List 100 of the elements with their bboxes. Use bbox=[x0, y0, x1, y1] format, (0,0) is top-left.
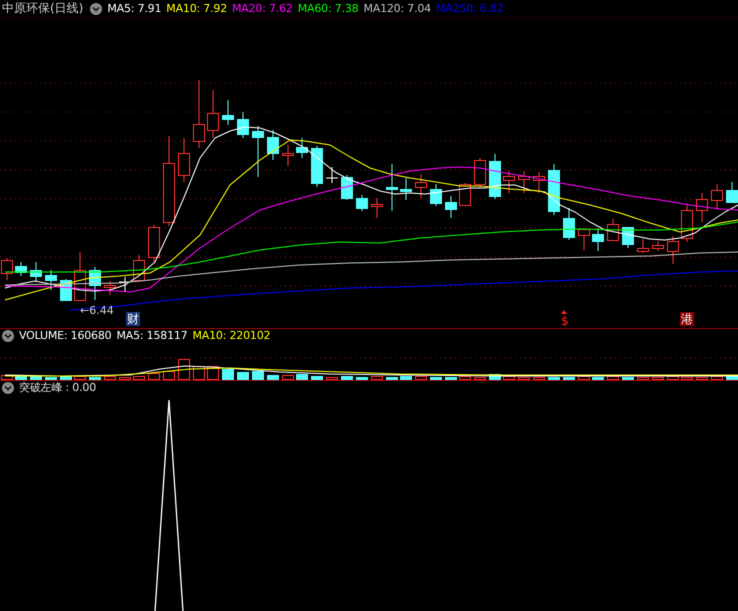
candlestick bbox=[637, 238, 649, 254]
candlestick bbox=[489, 154, 501, 200]
volume-bar bbox=[696, 377, 708, 380]
candlestick bbox=[252, 126, 264, 178]
candlestick bbox=[148, 224, 160, 262]
candlestick bbox=[503, 170, 515, 194]
candlestick bbox=[222, 100, 234, 126]
volume-bar bbox=[356, 377, 368, 380]
volume-bar bbox=[667, 376, 679, 380]
volume-bar bbox=[30, 376, 42, 380]
candlestick bbox=[386, 164, 398, 212]
candlestick bbox=[311, 146, 323, 188]
candlestick bbox=[326, 166, 338, 184]
volume-bar bbox=[474, 377, 486, 380]
legend-value: MA120: 7.04 bbox=[363, 2, 431, 15]
caret-up-icon bbox=[561, 310, 567, 314]
candlestick bbox=[207, 90, 219, 138]
volume-bar bbox=[178, 359, 190, 380]
volume-bar bbox=[386, 377, 398, 380]
volume-bar bbox=[282, 375, 294, 380]
candlestick bbox=[667, 236, 679, 264]
candlestick bbox=[45, 270, 57, 290]
candlestick bbox=[474, 158, 486, 188]
volume-bar bbox=[607, 376, 619, 380]
legend-value: MA10: 220102 bbox=[192, 329, 270, 342]
volume-bar bbox=[459, 376, 471, 380]
volume-bar bbox=[163, 371, 175, 380]
volume-bar bbox=[578, 376, 590, 380]
candlestick bbox=[74, 252, 86, 301]
volume-bar bbox=[89, 377, 101, 380]
volume-bar bbox=[371, 376, 383, 380]
volume-bar bbox=[652, 377, 664, 380]
volume-bar bbox=[430, 377, 442, 380]
candlestick bbox=[711, 184, 723, 210]
legend-value: MA20: 7.62 bbox=[232, 2, 293, 15]
legend-value: VOLUME: 160680 bbox=[19, 329, 112, 342]
volume-bar bbox=[74, 376, 86, 380]
volume-bar bbox=[311, 376, 323, 380]
candlestick bbox=[548, 164, 560, 216]
chevron-down-icon[interactable] bbox=[2, 382, 14, 394]
volume-bar bbox=[711, 376, 723, 380]
candlestick bbox=[652, 240, 664, 252]
legend-value: MA10: 7.92 bbox=[166, 2, 228, 15]
candlestick bbox=[267, 130, 279, 160]
event-marker[interactable]: 港 bbox=[680, 312, 694, 326]
legend-value: MA5: 7.91 bbox=[107, 2, 162, 15]
volume-bar bbox=[592, 377, 604, 380]
volume-bar bbox=[15, 376, 27, 380]
candlestick bbox=[430, 184, 442, 206]
event-marker[interactable]: 财 bbox=[126, 312, 140, 326]
volume-bar bbox=[237, 372, 249, 380]
volume-bar bbox=[681, 377, 693, 380]
volume-bar bbox=[341, 376, 353, 380]
chevron-down-icon[interactable] bbox=[2, 330, 14, 342]
candlestick bbox=[193, 80, 205, 148]
volume-bar bbox=[518, 377, 530, 380]
candlestick bbox=[296, 138, 308, 158]
volume-bar bbox=[45, 377, 57, 380]
candlestick bbox=[415, 174, 427, 198]
volume-bar bbox=[104, 376, 116, 380]
candlestick bbox=[400, 178, 412, 200]
candlestick bbox=[681, 204, 693, 242]
volume-bar bbox=[563, 377, 575, 380]
volume-bar bbox=[726, 375, 738, 380]
event-marker[interactable]: $ bbox=[560, 314, 570, 328]
volume-bar bbox=[548, 377, 560, 380]
indicator-value: 突破左峰 : 0.00 bbox=[19, 380, 96, 395]
volume-bar bbox=[445, 377, 457, 380]
candlestick bbox=[237, 112, 249, 138]
volume-bar bbox=[252, 371, 264, 380]
candlestick bbox=[726, 182, 738, 204]
candlestick bbox=[578, 228, 590, 250]
candlestick bbox=[89, 266, 101, 300]
volume-bar bbox=[637, 377, 649, 380]
candlestick bbox=[282, 144, 294, 166]
volume-bar bbox=[533, 377, 545, 380]
volume-bar bbox=[400, 376, 412, 380]
candlestick bbox=[371, 198, 383, 218]
candlestick bbox=[104, 280, 116, 296]
volume-bar bbox=[148, 373, 160, 380]
chevron-down-icon[interactable] bbox=[90, 2, 102, 14]
legend-value: MA60: 7.38 bbox=[298, 2, 358, 15]
candlestick bbox=[445, 196, 457, 218]
candlestick bbox=[15, 262, 27, 276]
legend-value: MA250: 6.82 bbox=[436, 2, 504, 15]
stock-title: 中原环保(日线) bbox=[2, 0, 84, 17]
candlestick bbox=[178, 138, 190, 182]
candlestick bbox=[356, 194, 368, 212]
candlestick bbox=[518, 170, 530, 194]
volume-bar bbox=[267, 375, 279, 380]
volume-bar bbox=[222, 369, 234, 380]
candlestick bbox=[622, 226, 634, 248]
volume-bar bbox=[119, 377, 131, 380]
candlestick bbox=[563, 208, 575, 240]
candlestick bbox=[696, 192, 708, 222]
volume-bar bbox=[415, 376, 427, 380]
volume-bar bbox=[503, 376, 515, 380]
volume-bar bbox=[296, 374, 308, 380]
volume-bar bbox=[133, 376, 145, 380]
legend-value: MA5: 158117 bbox=[116, 329, 188, 342]
